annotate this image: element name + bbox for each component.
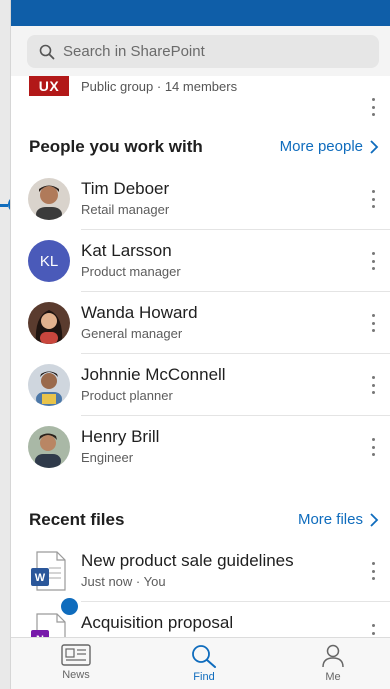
person-name: Tim Deboer [81, 179, 170, 198]
status-bar [11, 0, 390, 26]
more-options-icon[interactable] [369, 311, 377, 335]
more-people-link[interactable]: More people [280, 138, 363, 155]
tab-me[interactable]: Me [273, 638, 390, 689]
person-item[interactable]: Tim Deboer Retail manager [11, 168, 390, 230]
screen-background: UX Public group · 14 members People you … [0, 0, 390, 689]
avatar [28, 426, 70, 468]
files-section-header: Recent files More files [11, 504, 390, 534]
more-options-icon[interactable] [369, 187, 377, 211]
avatar [28, 178, 70, 220]
group-more-options-icon[interactable] [369, 95, 377, 119]
person-item[interactable]: KL Kat Larsson Product manager [11, 230, 390, 292]
more-options-icon[interactable] [369, 249, 377, 273]
file-meta: Just now · You [81, 574, 166, 589]
chevron-right-icon[interactable] [369, 512, 379, 528]
person-name: Johnnie McConnell [81, 365, 226, 384]
person-name: Kat Larsson [81, 241, 172, 260]
tab-label: Me [325, 671, 341, 683]
person-role: Product manager [81, 264, 181, 279]
person-role: Product planner [81, 388, 173, 403]
person-name: Henry Brill [81, 427, 160, 446]
file-item[interactable]: W New product sale guidelines Just now ·… [11, 540, 390, 602]
tab-label: Find [193, 671, 215, 683]
file-name: New product sale guidelines [81, 551, 294, 570]
person-item[interactable]: Johnnie McConnell Product planner [11, 354, 390, 416]
tab-find[interactable]: Find [144, 638, 264, 689]
tab-label: News [62, 669, 90, 681]
people-section-header: People you work with More people [11, 131, 390, 161]
search-bar-container [11, 26, 390, 76]
group-subtitle: Public group · 14 members [81, 79, 238, 94]
more-options-icon[interactable] [369, 559, 377, 583]
tab-news[interactable]: News [16, 638, 136, 689]
touch-indicator-dot [61, 598, 78, 615]
people-section-title: People you work with [29, 137, 203, 156]
group-tile: UX [29, 76, 69, 96]
bottom-tab-bar: News Find Me [11, 637, 390, 689]
person-name: Wanda Howard [81, 303, 198, 322]
person-role: Engineer [81, 450, 134, 465]
word-document-icon: W [31, 551, 66, 591]
chevron-right-icon[interactable] [369, 139, 379, 155]
group-list-item[interactable]: UX Public group · 14 members [11, 76, 390, 116]
more-options-icon[interactable] [369, 373, 377, 397]
search-box[interactable] [27, 35, 379, 68]
files-section-title: Recent files [29, 510, 125, 529]
search-icon [39, 44, 55, 59]
file-name: Acquisition proposal [81, 613, 234, 632]
avatar: KL [28, 240, 70, 282]
person-role: General manager [81, 326, 183, 341]
more-options-icon[interactable] [369, 435, 377, 459]
news-icon [61, 644, 91, 666]
search-input[interactable] [63, 43, 363, 60]
svg-text:W: W [35, 572, 46, 584]
avatar [28, 364, 70, 406]
search-icon [192, 645, 216, 668]
touch-indicator-trail [0, 204, 8, 207]
avatar [28, 302, 70, 344]
person-icon [322, 644, 344, 668]
person-role: Retail manager [81, 202, 170, 217]
person-item[interactable]: Wanda Howard General manager [11, 292, 390, 354]
app-window: UX Public group · 14 members People you … [10, 0, 390, 689]
more-files-link[interactable]: More files [298, 511, 363, 528]
person-item[interactable]: Henry Brill Engineer [11, 416, 390, 478]
